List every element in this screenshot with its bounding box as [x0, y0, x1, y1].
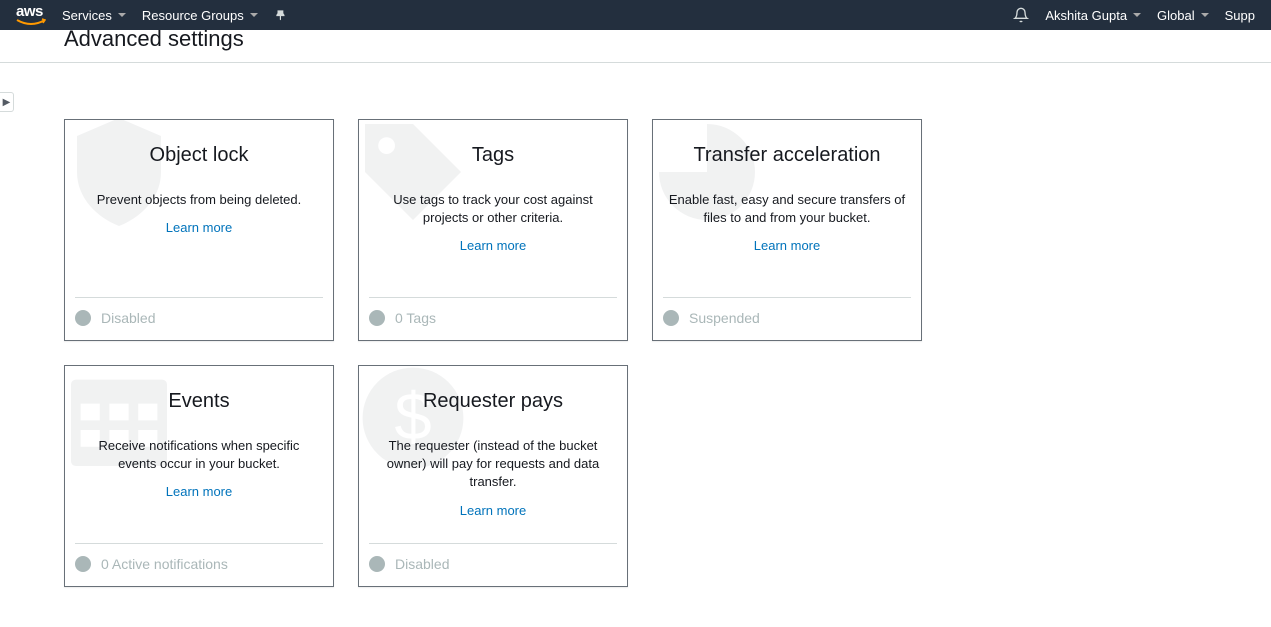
learn-more-link[interactable]: Learn more	[460, 503, 526, 518]
card-events[interactable]: Events Receive notifications when specif…	[64, 365, 334, 587]
page-title: Advanced settings	[64, 26, 1207, 52]
learn-more-link[interactable]: Learn more	[166, 220, 232, 235]
card-object-lock[interactable]: Object lock Prevent objects from being d…	[64, 119, 334, 341]
resource-groups-label: Resource Groups	[142, 8, 244, 23]
card-description: Receive notifications when specific even…	[79, 437, 319, 473]
region-menu[interactable]: Global	[1157, 8, 1209, 23]
status-text: Suspended	[689, 310, 760, 326]
chevron-down-icon	[1201, 13, 1209, 17]
card-description: The requester (instead of the bucket own…	[373, 437, 613, 492]
region-label: Global	[1157, 8, 1195, 23]
services-label: Services	[62, 8, 112, 23]
support-label: Supp	[1225, 8, 1255, 23]
card-title: Requester pays	[373, 390, 613, 413]
status-dot-icon	[369, 310, 385, 326]
learn-more-link[interactable]: Learn more	[166, 484, 232, 499]
chevron-down-icon	[118, 13, 126, 17]
card-title: Object lock	[79, 144, 319, 167]
card-title: Transfer acceleration	[667, 144, 907, 167]
card-title: Tags	[373, 144, 613, 167]
card-description: Prevent objects from being deleted.	[79, 191, 319, 209]
status-text: 0 Tags	[395, 310, 436, 326]
settings-cards-grid: Object lock Prevent objects from being d…	[0, 63, 1271, 587]
user-label: Akshita Gupta	[1045, 8, 1127, 23]
status-text: 0 Active notifications	[101, 556, 228, 572]
card-tags[interactable]: Tags Use tags to track your cost against…	[358, 119, 628, 341]
section-header: Advanced settings	[0, 30, 1271, 63]
pin-icon[interactable]	[274, 8, 288, 22]
card-title: Events	[79, 390, 319, 413]
card-transfer-acceleration[interactable]: Transfer acceleration Enable fast, easy …	[652, 119, 922, 341]
user-menu[interactable]: Akshita Gupta	[1045, 8, 1141, 23]
status-dot-icon	[369, 556, 385, 572]
support-menu[interactable]: Supp	[1225, 8, 1255, 23]
status-dot-icon	[663, 310, 679, 326]
card-description: Enable fast, easy and secure transfers o…	[667, 191, 907, 227]
side-panel-expand-button[interactable]: ▶	[0, 92, 14, 112]
status-text: Disabled	[395, 556, 449, 572]
status-dot-icon	[75, 556, 91, 572]
learn-more-link[interactable]: Learn more	[460, 238, 526, 253]
aws-logo[interactable]: aws	[16, 6, 46, 24]
resource-groups-menu[interactable]: Resource Groups	[142, 8, 258, 23]
chevron-down-icon	[1133, 13, 1141, 17]
services-menu[interactable]: Services	[62, 8, 126, 23]
learn-more-link[interactable]: Learn more	[754, 238, 820, 253]
card-requester-pays[interactable]: $ Requester pays The requester (instead …	[358, 365, 628, 587]
status-text: Disabled	[101, 310, 155, 326]
notifications-icon[interactable]	[1013, 7, 1029, 23]
chevron-down-icon	[250, 13, 258, 17]
aws-logo-text: aws	[16, 6, 46, 18]
card-description: Use tags to track your cost against proj…	[373, 191, 613, 227]
status-dot-icon	[75, 310, 91, 326]
